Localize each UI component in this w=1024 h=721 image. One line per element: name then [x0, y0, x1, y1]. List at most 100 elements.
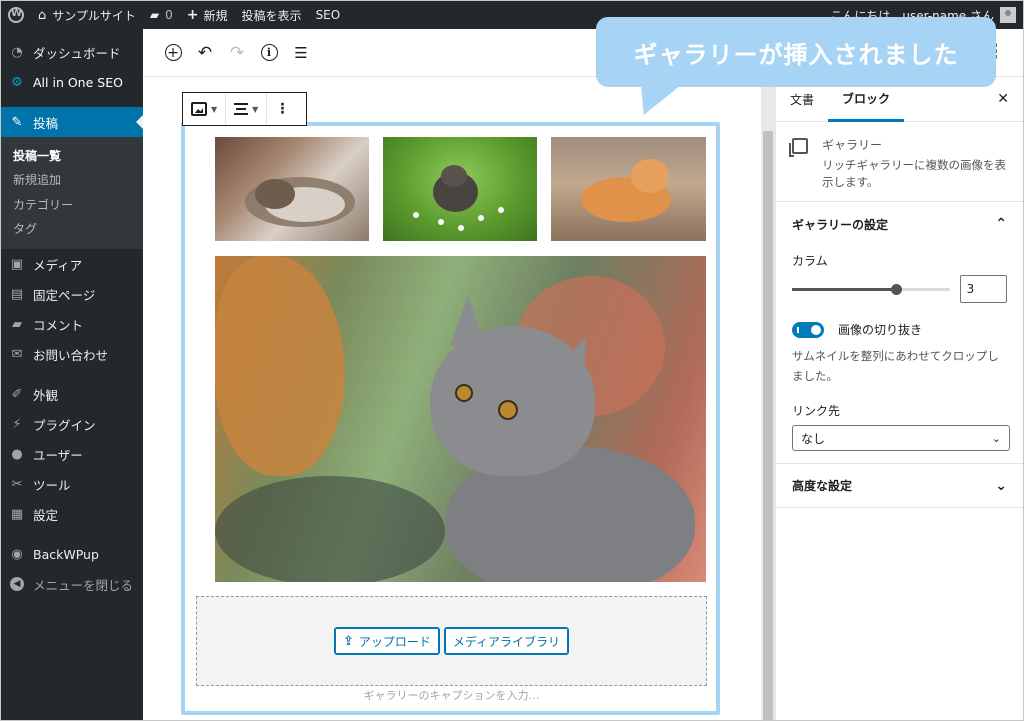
- brush-icon: ✐: [11, 386, 23, 402]
- close-icon: ✕: [997, 91, 1009, 107]
- gallery-settings-toggle[interactable]: ギャラリーの設定 ⌃: [776, 202, 1023, 246]
- submenu-categories[interactable]: カテゴリー: [1, 192, 143, 217]
- columns-slider-fill: [792, 287, 896, 291]
- comments-count: 0: [165, 8, 173, 22]
- menu-label: BackWPup: [33, 546, 99, 562]
- submenu-tags[interactable]: タグ: [1, 217, 143, 242]
- columns-label: カラム: [792, 254, 828, 268]
- link-to-label: リンク先: [792, 404, 841, 418]
- menu-posts[interactable]: ✎ 投稿: [1, 107, 143, 137]
- mail-icon: ✉: [11, 346, 23, 362]
- link-to-select[interactable]: なし ⌄: [792, 425, 1010, 451]
- gallery-image-orange-cat[interactable]: [551, 137, 706, 241]
- close-sidebar-button[interactable]: ✕: [997, 91, 1009, 107]
- menu-label: All in One SEO: [33, 74, 123, 90]
- menu-label: コメント: [33, 317, 84, 333]
- gallery-image-kitten-in-grass[interactable]: [383, 137, 537, 241]
- posts-submenu: 投稿一覧 新規追加 カテゴリー タグ: [1, 137, 143, 249]
- view-post-link[interactable]: 投稿を表示: [235, 1, 309, 29]
- menu-appearance[interactable]: ✐ 外観: [1, 379, 143, 409]
- menu-tools[interactable]: ✂ ツール: [1, 469, 143, 499]
- new-content-link[interactable]: + 新規: [180, 1, 235, 29]
- content-info-button[interactable]: i: [253, 37, 285, 69]
- link-to-value: なし: [801, 431, 826, 446]
- media-library-label: メディアライブラリ: [452, 634, 561, 649]
- collapse-menu-button[interactable]: ◀ メニューを閉じる: [1, 569, 143, 599]
- submenu-all-posts[interactable]: 投稿一覧: [1, 143, 143, 168]
- gear-icon: ⚙: [11, 74, 23, 90]
- seo-link[interactable]: SEO: [309, 1, 348, 29]
- menu-dashboard[interactable]: ◔ ダッシュボード: [1, 37, 143, 67]
- wordpress-logo[interactable]: [1, 1, 31, 29]
- new-label: 新規: [203, 8, 228, 23]
- crop-images-toggle[interactable]: [792, 321, 824, 338]
- dashboard-icon: ◔: [11, 44, 23, 60]
- undo-button[interactable]: ↶: [189, 37, 221, 69]
- menu-label: メディア: [33, 257, 83, 273]
- block-more-button[interactable]: ⋮: [267, 93, 297, 125]
- menu-label: プラグイン: [33, 417, 96, 433]
- gallery-caption-input[interactable]: ギャラリーのキャプションを入力…: [196, 687, 707, 703]
- menu-media[interactable]: ▣ メディア: [1, 249, 143, 279]
- menu-all-in-one-seo[interactable]: ⚙ All in One SEO: [1, 67, 143, 97]
- menu-label: 設定: [33, 507, 59, 523]
- site-name: サンプルサイト: [52, 8, 136, 23]
- add-block-button[interactable]: +: [157, 37, 189, 69]
- advanced-settings-toggle[interactable]: 高度な設定 ⌄: [776, 464, 1023, 508]
- canvas-scrollbar-thumb[interactable]: [763, 131, 773, 720]
- gallery-icon: [789, 138, 808, 157]
- crop-images-help: サムネイルを整列にあわせてクロップしました。: [792, 349, 999, 383]
- menu-pages[interactable]: ▤ 固定ページ: [1, 279, 143, 309]
- columns-control: 3: [776, 269, 1023, 303]
- menu-users[interactable]: ● ユーザー: [1, 439, 143, 469]
- page-icon: ▤: [10, 286, 24, 302]
- settings-sidebar: 文書 ブロック ✕ ギャラリー リッチギャラリーに複数の画像を表示します。 ギャ…: [775, 78, 1023, 720]
- menu-label: ツール: [33, 477, 71, 493]
- crop-images-row: 画像の切り抜き: [776, 303, 1023, 338]
- comment-icon: ▰: [12, 316, 22, 332]
- plus-circle-icon: +: [164, 44, 182, 61]
- panel-title: 高度な設定: [792, 479, 853, 493]
- menu-label: ユーザー: [33, 447, 83, 463]
- columns-number-input[interactable]: 3: [959, 275, 1007, 303]
- chevron-up-icon: ⌃: [995, 216, 1007, 232]
- menu-settings[interactable]: ▦ 設定: [1, 499, 143, 529]
- gallery-image-grey-kitten[interactable]: [215, 256, 706, 582]
- submenu-add-new[interactable]: 新規追加: [1, 168, 143, 193]
- seo-label: SEO: [315, 8, 341, 22]
- caret-down-icon: ▼: [211, 104, 218, 114]
- menu-label: ダッシュボード: [33, 45, 121, 61]
- menu-contact[interactable]: ✉ お問い合わせ: [1, 339, 143, 369]
- align-center-icon: [234, 103, 249, 115]
- pin-icon: ✎: [11, 114, 23, 130]
- menu-label: 固定ページ: [33, 287, 96, 303]
- chevron-down-icon: ⌄: [995, 477, 1007, 494]
- gallery-image-sleeping-kitten[interactable]: [215, 137, 369, 241]
- wrench-icon: ✂: [11, 476, 23, 492]
- block-navigation-button[interactable]: ☰: [285, 37, 317, 69]
- redo-icon: ↷: [229, 42, 245, 63]
- view-post-label: 投稿を表示: [241, 8, 302, 23]
- menu-comments[interactable]: ▰ コメント: [1, 309, 143, 339]
- site-name-link[interactable]: ⌂ サンプルサイト: [31, 1, 143, 29]
- info-icon: i: [260, 44, 278, 61]
- columns-slider[interactable]: [792, 283, 950, 295]
- columns-slider-thumb[interactable]: [891, 283, 902, 295]
- upload-button[interactable]: ⇪ アップロード: [333, 627, 440, 655]
- media-icon: ▣: [10, 256, 24, 272]
- comments-link[interactable]: ▰ 0: [143, 1, 180, 29]
- undo-icon: ↶: [197, 42, 213, 63]
- media-library-button[interactable]: メディアライブラリ: [443, 627, 570, 655]
- block-card-title: ギャラリー: [822, 138, 883, 152]
- menu-backwpup[interactable]: ◉ BackWPup: [1, 539, 143, 569]
- upload-button-label: アップロード: [358, 634, 431, 649]
- redo-button[interactable]: ↷: [221, 37, 253, 69]
- backwpup-icon: ◉: [11, 546, 23, 562]
- block-align-button[interactable]: ▼: [226, 93, 268, 125]
- vertical-dots-icon: ⋮: [275, 101, 290, 117]
- avatar: [1000, 7, 1016, 23]
- menu-label: 外観: [33, 387, 59, 403]
- menu-plugins[interactable]: ⚡ プラグイン: [1, 409, 143, 439]
- menu-label: 投稿: [33, 115, 59, 131]
- block-type-switcher[interactable]: ▼: [183, 93, 227, 125]
